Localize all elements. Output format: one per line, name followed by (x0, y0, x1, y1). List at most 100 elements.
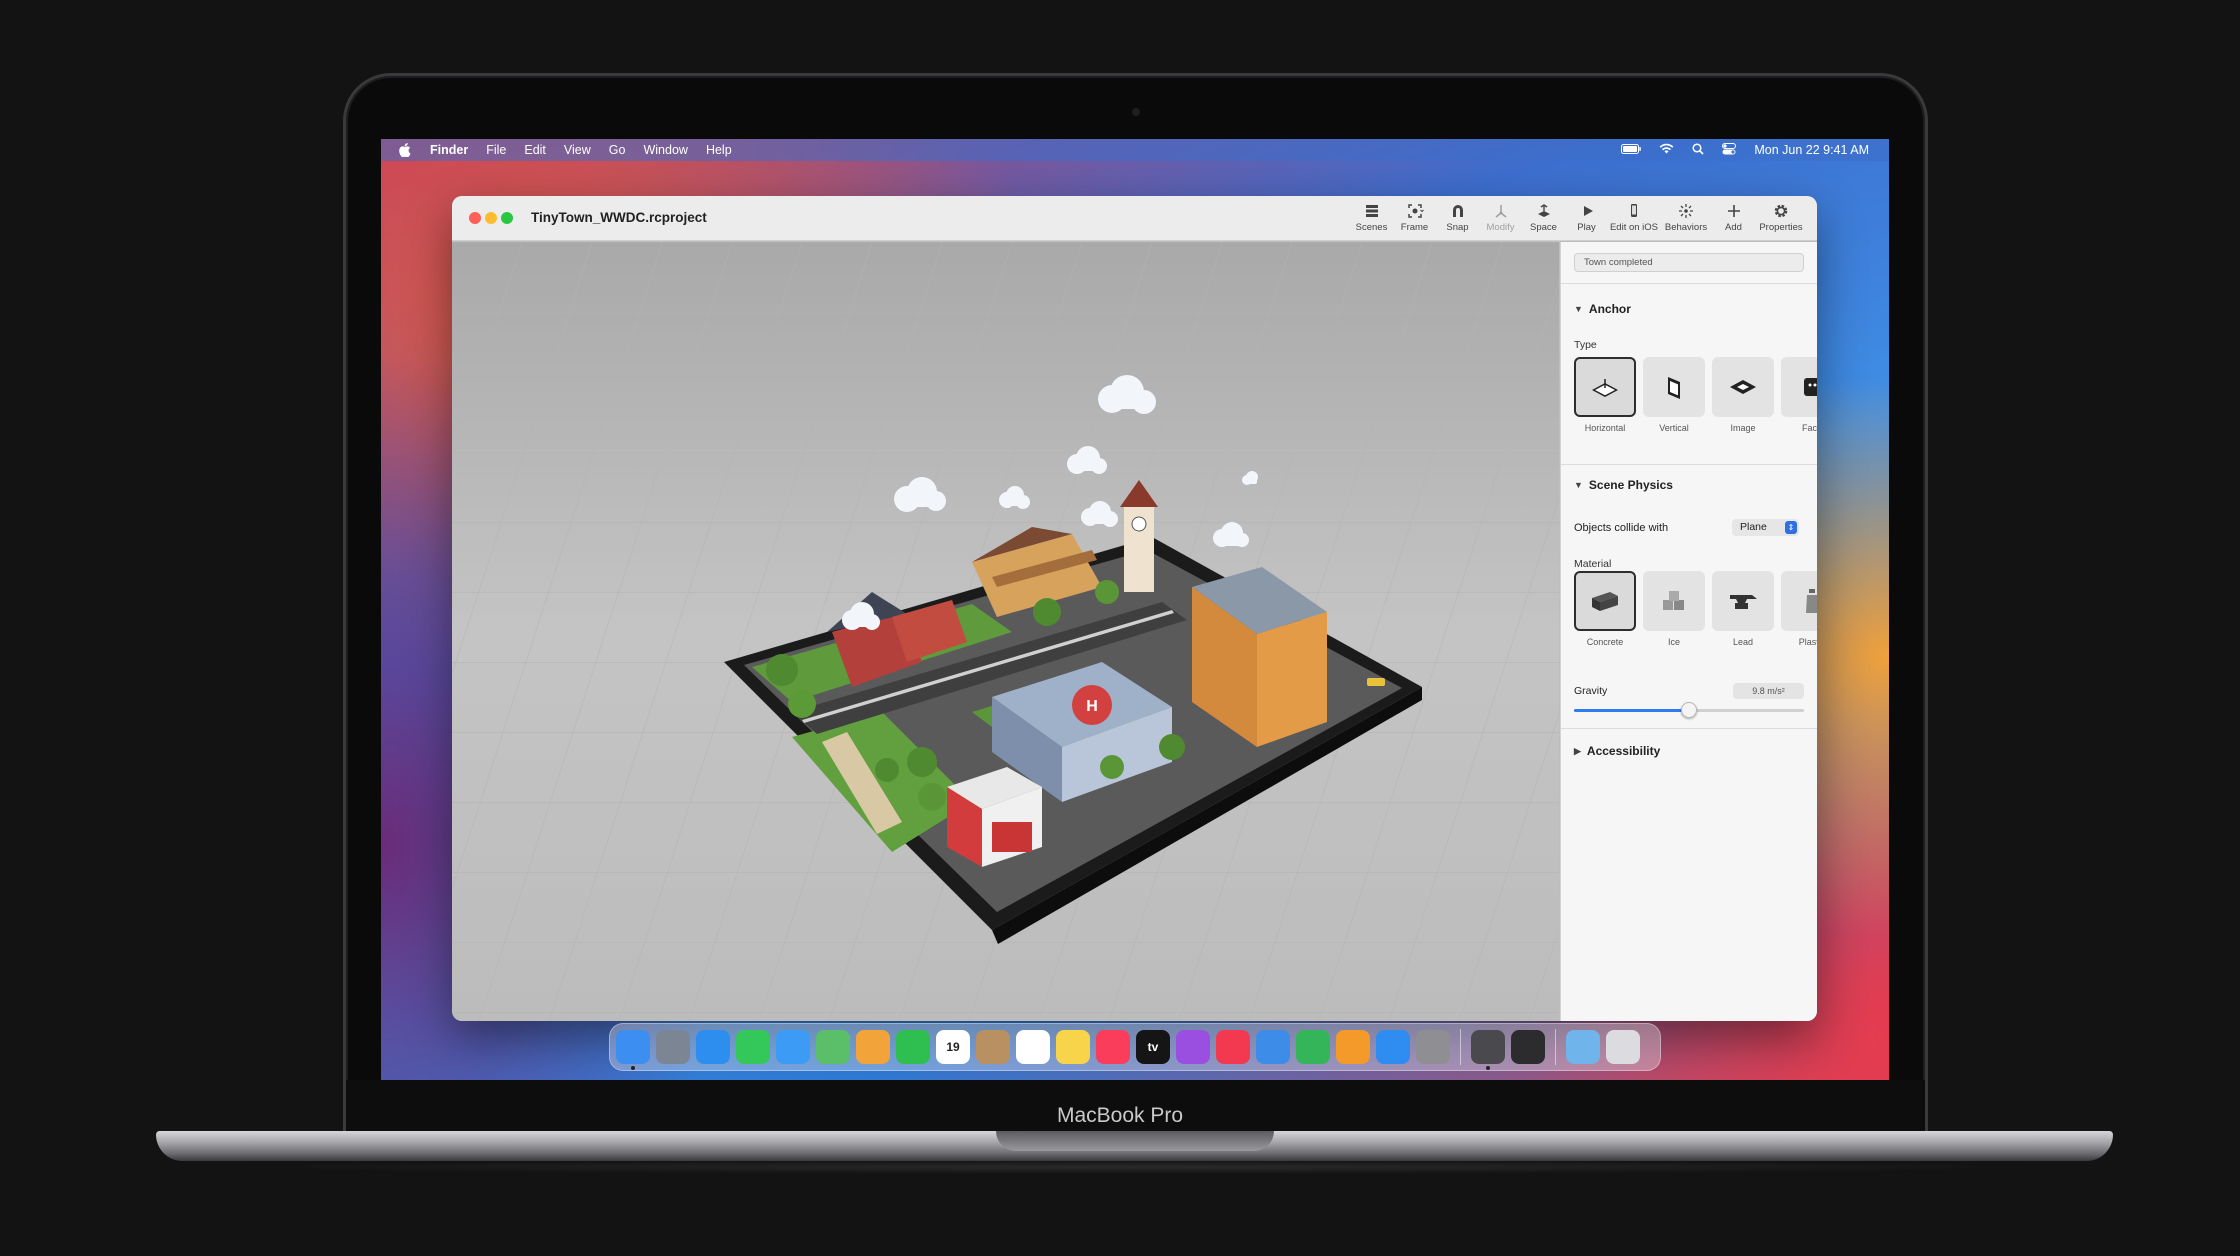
plus-icon (1727, 205, 1740, 217)
magnet-icon (1452, 205, 1463, 217)
toolbar-edit-on-ios-label: Edit on iOS (1609, 222, 1659, 233)
toolbar-frame-button[interactable]: Frame (1393, 202, 1436, 236)
dock-app-app-store[interactable] (1376, 1030, 1410, 1064)
anchor-section-header[interactable]: ▼ Anchor (1574, 302, 1631, 316)
laptop-brand-label: MacBook Pro (1056, 1104, 1184, 1127)
material-lead[interactable]: Lead (1712, 571, 1774, 647)
anchor-type-vertical[interactable]: Vertical (1643, 357, 1705, 433)
scene-viewport[interactable]: H (452, 242, 1559, 1021)
zoom-button[interactable] (501, 212, 513, 224)
menu-view[interactable]: View (564, 143, 591, 157)
control-center-icon[interactable] (1722, 142, 1737, 158)
material-concrete[interactable]: Concrete (1574, 571, 1636, 647)
menu-edit[interactable]: Edit (524, 143, 546, 157)
material-lead-label: Lead (1732, 637, 1754, 647)
toolbar-add-button[interactable]: Add (1712, 202, 1755, 236)
dock-app-notes[interactable] (1056, 1030, 1090, 1064)
dock-app-music[interactable] (1096, 1030, 1130, 1064)
concrete-block-icon (1592, 592, 1618, 611)
dock-app-calendar[interactable]: 19 (936, 1030, 970, 1064)
dock-app-safari[interactable] (696, 1030, 730, 1064)
menu-app-name[interactable]: Finder (430, 143, 468, 157)
menu-help[interactable]: Help (706, 143, 732, 157)
properties-inspector: Town completed ▼ Anchor Type Horizontal … (1560, 242, 1817, 1021)
laptop-hinge-notch (996, 1131, 1274, 1151)
anchor-type-horizontal-label: Horizontal (1584, 423, 1626, 433)
material-ice[interactable]: Ice (1643, 571, 1705, 647)
scene-canvas: H (452, 242, 1559, 1021)
minimize-button[interactable] (485, 212, 497, 224)
dock-app-maps[interactable] (816, 1030, 850, 1064)
dock-app-downloads[interactable] (1566, 1030, 1600, 1064)
material-picker: Concrete Ice Lead Plastic (1574, 571, 1817, 647)
dock-app-podcasts[interactable] (1176, 1030, 1210, 1064)
dock-divider (1460, 1029, 1461, 1065)
material-plastic[interactable]: Plastic (1781, 571, 1817, 647)
toolbar-behaviors-label: Behaviors (1664, 222, 1708, 233)
close-button[interactable] (469, 212, 481, 224)
dock-app-reminders[interactable] (1016, 1030, 1050, 1064)
menu-window[interactable]: Window (643, 143, 687, 157)
vertical-plane-icon (1668, 377, 1680, 399)
anchor-type-image-label: Image (1730, 423, 1756, 433)
dock-app-trash[interactable] (1606, 1030, 1640, 1064)
dock-app-reality-converter[interactable] (1511, 1030, 1545, 1064)
dock-app-system-preferences[interactable] (1416, 1030, 1450, 1064)
dock-app-launchpad[interactable] (656, 1030, 690, 1064)
dock-app-reality-composer[interactable] (1471, 1030, 1505, 1070)
scenes-icon (1365, 205, 1378, 217)
dock-app-facetime[interactable] (896, 1030, 930, 1064)
toolbar-play-button[interactable]: Play (1565, 202, 1608, 236)
dock-app-news[interactable] (1216, 1030, 1250, 1064)
wifi-icon[interactable] (1659, 143, 1674, 157)
collide-popup[interactable]: Plane ⇕ (1732, 519, 1799, 536)
gravity-value-field[interactable]: 9.8 m/s² (1733, 683, 1804, 699)
dock-app-mail[interactable] (776, 1030, 810, 1064)
toolbar-properties-button[interactable]: Properties (1755, 202, 1807, 236)
dock-app-keynote[interactable] (1256, 1030, 1290, 1064)
horizontal-plane-icon (1592, 379, 1618, 397)
gravity-slider[interactable] (1574, 702, 1804, 718)
laptop-shadow (220, 1160, 2050, 1174)
anchor-type-face[interactable]: Face (1781, 357, 1817, 433)
toolbar-behaviors-button[interactable]: Behaviors (1660, 202, 1712, 236)
dock-app-messages[interactable] (736, 1030, 770, 1064)
screen: Finder File Edit View Go Window Help Mon… (381, 139, 1889, 1080)
scene-physics-section-header[interactable]: ▼ Scene Physics (1574, 478, 1673, 492)
reality-composer-window: TinyTown_WWDC.rcproject Scenes Frame Sna… (452, 196, 1817, 1021)
menu-go[interactable]: Go (609, 143, 626, 157)
iphone-icon (1631, 204, 1637, 217)
dock-app-finder[interactable] (616, 1030, 650, 1070)
dock-app-pages[interactable] (1336, 1030, 1370, 1064)
toolbar-space-button[interactable]: Space (1522, 202, 1565, 236)
divider (1561, 283, 1817, 284)
toolbar-snap-button[interactable]: Snap (1436, 202, 1479, 236)
menu-clock[interactable]: Mon Jun 22 9:41 AM (1754, 143, 1869, 157)
toolbar: Scenes Frame Snap Modify Space Play Edit… (1350, 202, 1807, 236)
play-icon (1583, 206, 1593, 216)
toolbar-modify-button[interactable]: Modify (1479, 202, 1522, 236)
scene-name-field[interactable]: Town completed (1574, 253, 1804, 272)
anchor-type-picker: Horizontal Vertical Image Face (1574, 357, 1817, 433)
collide-label: Objects collide with (1574, 522, 1669, 534)
apple-menu-icon[interactable] (399, 143, 412, 158)
toolbar-edit-on-ios-button[interactable]: Edit on iOS (1608, 202, 1660, 236)
accessibility-section-title: Accessibility (1586, 744, 1661, 758)
menu-file[interactable]: File (486, 143, 506, 157)
dock-app-tv[interactable]: tv (1136, 1030, 1170, 1064)
search-icon[interactable] (1692, 142, 1704, 158)
anchor-type-image[interactable]: Image (1712, 357, 1774, 433)
toolbar-scenes-button[interactable]: Scenes (1350, 202, 1393, 236)
dock-app-photos[interactable] (856, 1030, 890, 1064)
dock-app-contacts[interactable] (976, 1030, 1010, 1064)
title-bar: TinyTown_WWDC.rcproject Scenes Frame Sna… (452, 196, 1817, 241)
material-ice-label: Ice (1667, 637, 1680, 647)
battery-icon[interactable] (1621, 143, 1642, 157)
dock-app-badge-text: tv (1147, 1040, 1159, 1054)
accessibility-section-header[interactable]: ▶ Accessibility (1574, 744, 1660, 758)
anchor-type-horizontal[interactable]: Horizontal (1574, 357, 1636, 433)
menu-bar: Finder File Edit View Go Window Help Mon… (381, 139, 1889, 161)
space-icon (1537, 204, 1550, 217)
gravity-slider-knob[interactable] (1681, 702, 1697, 718)
dock-app-numbers[interactable] (1296, 1030, 1330, 1064)
